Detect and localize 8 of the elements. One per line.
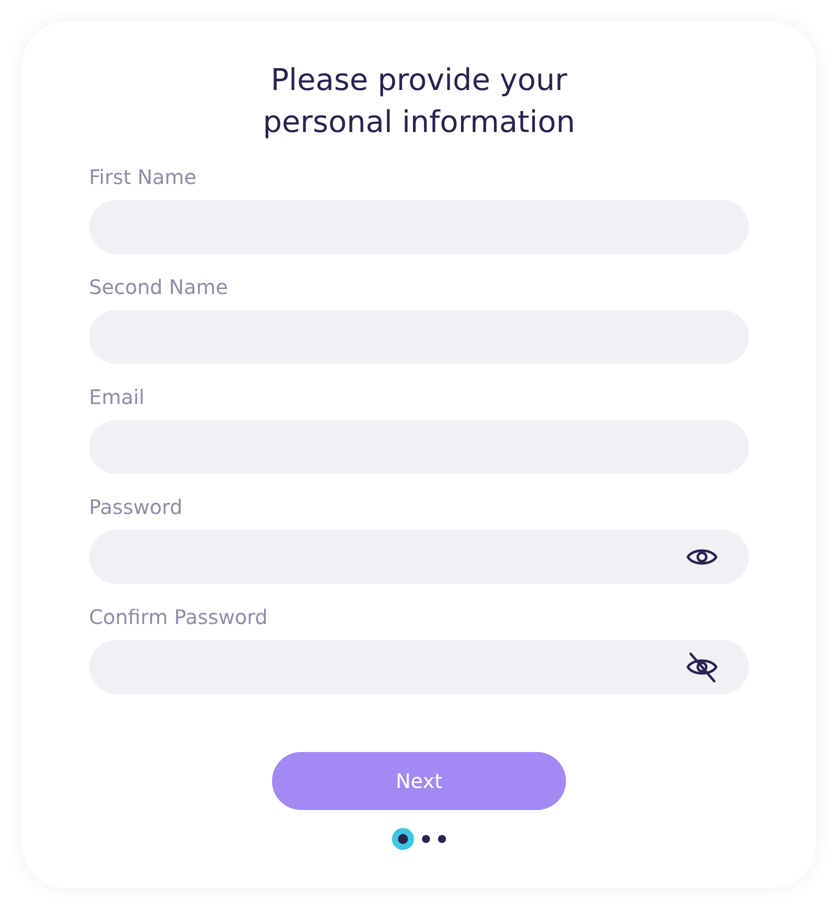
next-button[interactable]: Next bbox=[272, 752, 566, 810]
form-title: Please provide your personal information bbox=[262, 62, 576, 142]
field-label: Second Name bbox=[89, 274, 229, 300]
eye-slash-icon[interactable] bbox=[685, 650, 719, 684]
field-label: First Name bbox=[89, 164, 198, 190]
field-label: Email bbox=[89, 384, 146, 410]
field-label: Confirm Password bbox=[89, 604, 269, 630]
field-label: Password bbox=[89, 494, 184, 520]
